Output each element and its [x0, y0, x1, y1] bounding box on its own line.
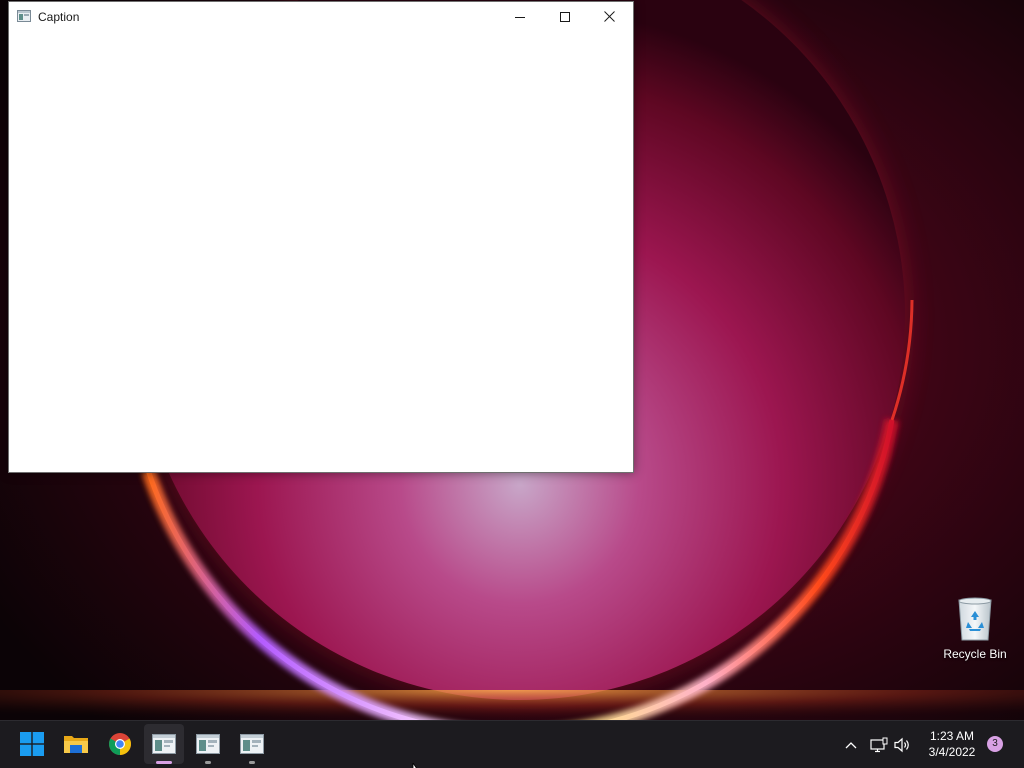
app-window-icon	[152, 734, 176, 754]
chrome-icon	[109, 733, 131, 755]
app-window-icon	[196, 734, 220, 754]
taskbar-app-window-2[interactable]	[188, 724, 228, 764]
running-indicator	[205, 761, 211, 764]
show-hidden-icons-button[interactable]	[839, 733, 863, 757]
desktop-icon-recycle-bin[interactable]: Recycle Bin	[940, 596, 1010, 666]
app-window: Caption	[8, 1, 634, 473]
taskbar-chrome[interactable]	[100, 724, 140, 764]
title-bar[interactable]: Caption	[9, 2, 633, 32]
app-window-icon	[240, 734, 264, 754]
clock[interactable]: 1:23 AM 3/4/2022	[918, 728, 986, 760]
running-indicator	[249, 761, 255, 764]
maximize-icon	[559, 11, 570, 22]
clock-date: 3/4/2022	[928, 745, 976, 759]
notification-badge[interactable]: 3	[987, 736, 1003, 752]
taskbar: 1:23 AM 3/4/2022 3	[0, 720, 1024, 768]
taskbar-file-explorer[interactable]	[56, 724, 96, 764]
app-window-icon	[17, 10, 31, 22]
start-button[interactable]	[12, 724, 52, 764]
recycle-bin-icon	[958, 597, 992, 641]
close-icon	[604, 11, 615, 22]
recycle-bin-label: Recycle Bin	[943, 647, 1007, 661]
windows-start-icon	[20, 732, 44, 756]
active-indicator	[156, 761, 172, 764]
taskbar-app-caption[interactable]	[144, 724, 184, 764]
volume-icon	[894, 737, 909, 753]
desktop: Caption Recycle Bin 1:23 AM 3/4/2022 3	[0, 0, 1024, 768]
chevron-up-icon	[845, 742, 857, 749]
clock-time: 1:23 AM	[929, 729, 975, 743]
minimize-button[interactable]	[497, 2, 542, 31]
network-button[interactable]	[867, 733, 891, 757]
window-client-area[interactable]	[9, 32, 633, 472]
close-button[interactable]	[587, 2, 632, 31]
minimize-icon	[514, 16, 525, 18]
mouse-cursor-icon	[412, 763, 417, 768]
network-icon	[870, 737, 888, 753]
maximize-button[interactable]	[542, 2, 587, 31]
window-title: Caption	[38, 10, 80, 24]
folder-icon	[64, 736, 88, 753]
volume-button[interactable]	[891, 733, 915, 757]
taskbar-app-window-3[interactable]	[232, 724, 272, 764]
